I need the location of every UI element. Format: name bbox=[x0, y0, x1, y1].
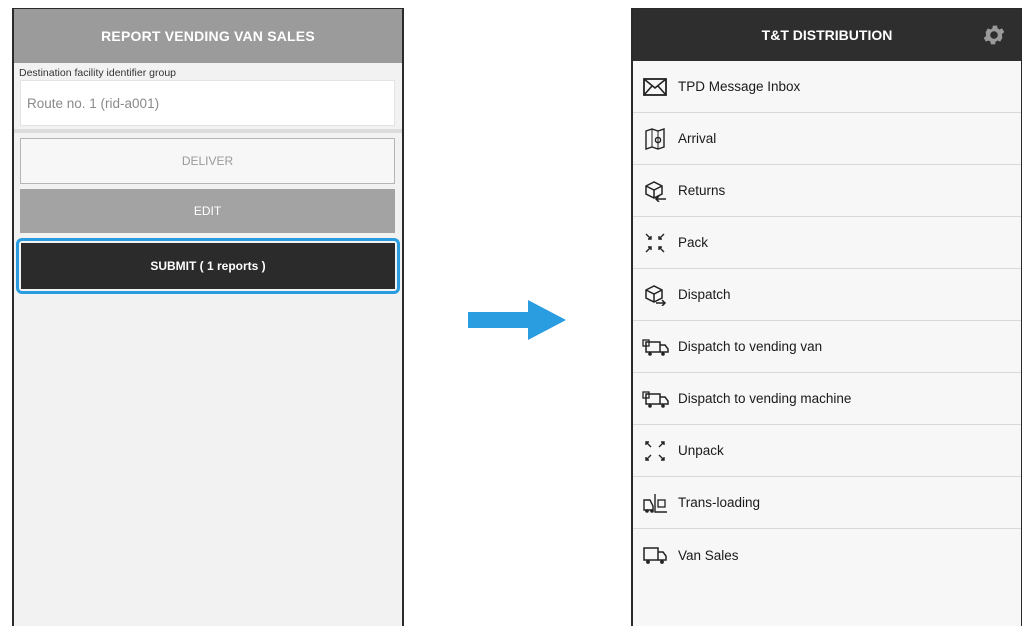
menu-item-van-sales[interactable]: Van Sales bbox=[633, 529, 1021, 581]
menu-item-arrival[interactable]: Arrival bbox=[633, 113, 1021, 165]
box-dispatch-icon bbox=[641, 283, 669, 307]
menu-item-label: Dispatch to vending machine bbox=[678, 391, 852, 406]
submit-highlight: SUBMIT ( 1 reports ) bbox=[16, 238, 400, 294]
right-arrow-icon bbox=[468, 300, 566, 340]
menu-item-label: Dispatch bbox=[678, 287, 731, 302]
app-header: T&T DISTRIBUTION bbox=[633, 9, 1021, 61]
truck-box-icon bbox=[641, 387, 669, 411]
box-return-icon bbox=[641, 179, 669, 203]
menu-item-dispatch-to-vending-van[interactable]: Dispatch to vending van bbox=[633, 321, 1021, 373]
menu-item-label: Returns bbox=[678, 183, 726, 198]
menu-item-tpd-message-inbox[interactable]: TPD Message Inbox bbox=[633, 61, 1021, 113]
menu-item-label: Dispatch to vending van bbox=[678, 339, 823, 354]
destination-field[interactable]: Route no. 1 (rid-a001) bbox=[20, 80, 395, 126]
page-title: REPORT VENDING VAN SALES bbox=[14, 9, 402, 63]
menu-item-dispatch[interactable]: Dispatch bbox=[633, 269, 1021, 321]
menu-item-label: Unpack bbox=[678, 443, 724, 458]
menu-item-trans-loading[interactable]: Trans-loading bbox=[633, 477, 1021, 529]
menu-item-unpack[interactable]: Unpack bbox=[633, 425, 1021, 477]
deliver-button[interactable]: DELIVER bbox=[20, 138, 395, 184]
destination-field-label: Destination facility identifier group bbox=[14, 63, 402, 80]
unpack-arrows-icon bbox=[641, 439, 669, 463]
left-phone-screen: REPORT VENDING VAN SALES Destination fac… bbox=[12, 8, 404, 626]
gear-icon[interactable] bbox=[981, 22, 1007, 48]
menu-item-label: Trans-loading bbox=[678, 495, 761, 510]
menu-item-label: Arrival bbox=[678, 131, 717, 146]
map-pin-icon bbox=[641, 127, 669, 151]
menu-item-label: Van Sales bbox=[678, 547, 739, 563]
pack-arrows-icon bbox=[641, 231, 669, 255]
edit-button[interactable]: EDIT bbox=[20, 189, 395, 233]
destination-field-value: Route no. 1 (rid-a001) bbox=[27, 95, 160, 111]
app-title: T&T DISTRIBUTION bbox=[761, 27, 893, 43]
menu-item-label: Pack bbox=[678, 235, 709, 250]
right-phone-screen: T&T DISTRIBUTION TPD Message Inbox Arriv… bbox=[631, 8, 1022, 626]
truck-box-icon bbox=[641, 335, 669, 359]
van-icon bbox=[641, 543, 669, 567]
forklift-icon bbox=[641, 491, 669, 515]
divider bbox=[14, 129, 402, 133]
menu-item-label: TPD Message Inbox bbox=[678, 79, 801, 94]
menu-item-pack[interactable]: Pack bbox=[633, 217, 1021, 269]
menu-item-dispatch-to-vending-machine[interactable]: Dispatch to vending machine bbox=[633, 373, 1021, 425]
submit-button[interactable]: SUBMIT ( 1 reports ) bbox=[21, 243, 395, 289]
envelope-icon bbox=[641, 75, 669, 99]
menu-item-returns[interactable]: Returns bbox=[633, 165, 1021, 217]
